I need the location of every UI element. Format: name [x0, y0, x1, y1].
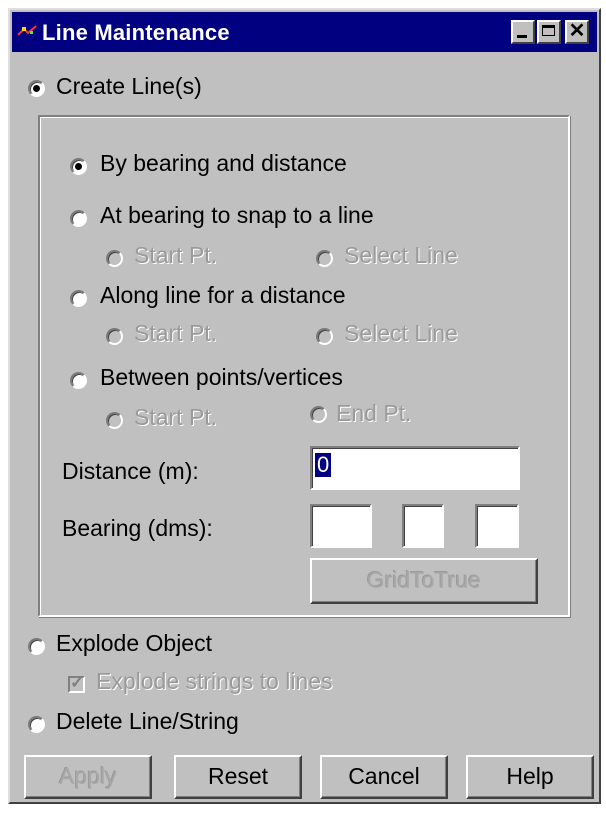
- grid-to-true-button[interactable]: GridToTrue: [310, 558, 538, 604]
- between-start-pt-radio[interactable]: [106, 412, 123, 429]
- along-select-line-radio[interactable]: [316, 328, 333, 345]
- distance-field[interactable]: 0: [310, 446, 520, 490]
- along-start-pt-radio[interactable]: [106, 328, 123, 345]
- explode-object-radio[interactable]: [28, 638, 45, 655]
- close-button[interactable]: ✕: [565, 20, 589, 44]
- create-lines-label: Create Line(s): [56, 73, 202, 99]
- along-start-pt-label: Start Pt.: [134, 320, 218, 346]
- reset-label: Reset: [207, 763, 269, 789]
- app-icon: [17, 25, 37, 36]
- bearing-minutes-input[interactable]: [404, 506, 442, 546]
- between-end-pt-radio[interactable]: [310, 406, 327, 423]
- along-line-label: Along line for a distance: [100, 282, 346, 308]
- explode-strings-label: Explode strings to lines: [96, 668, 333, 694]
- snap-to-line-radio[interactable]: [70, 210, 87, 227]
- distance-label: Distance (m):: [62, 458, 199, 484]
- delete-line-label: Delete Line/String: [56, 708, 239, 734]
- delete-line-radio[interactable]: [28, 716, 45, 733]
- cancel-label: Cancel: [348, 763, 420, 789]
- snap-to-line-label: At bearing to snap to a line: [100, 202, 374, 228]
- along-select-line-label: Select Line: [344, 320, 458, 346]
- line-maintenance-window: Line Maintenance ✕ Create Line(s) By bea…: [8, 8, 601, 804]
- help-label: Help: [506, 763, 554, 789]
- close-icon: ✕: [568, 20, 586, 42]
- bearing-seconds-input[interactable]: [477, 506, 517, 546]
- distance-value: 0: [315, 452, 332, 477]
- apply-button[interactable]: Apply: [24, 755, 152, 799]
- maximize-button[interactable]: [537, 20, 561, 44]
- between-end-pt-label: End Pt.: [336, 400, 412, 426]
- bearing-degrees-field[interactable]: [310, 504, 372, 548]
- between-points-label: Between points/vertices: [100, 364, 343, 390]
- apply-label: Apply: [59, 763, 117, 789]
- by-bearing-distance-radio[interactable]: [70, 158, 87, 175]
- bearing-minutes-field[interactable]: [402, 504, 444, 548]
- cancel-button[interactable]: Cancel: [320, 755, 448, 799]
- help-button[interactable]: Help: [466, 755, 594, 799]
- title-bar[interactable]: Line Maintenance ✕: [12, 12, 597, 52]
- by-bearing-distance-label: By bearing and distance: [100, 150, 347, 176]
- minimize-button[interactable]: [511, 20, 535, 44]
- explode-object-label: Explode Object: [56, 630, 212, 656]
- along-line-radio[interactable]: [70, 290, 87, 307]
- bearing-degrees-input[interactable]: [312, 506, 370, 546]
- explode-strings-checkbox[interactable]: [68, 673, 85, 693]
- snap-start-pt-label: Start Pt.: [134, 242, 218, 268]
- window-title: Line Maintenance: [42, 20, 230, 45]
- create-lines-radio[interactable]: [28, 80, 45, 97]
- between-points-radio[interactable]: [70, 372, 87, 389]
- bearing-seconds-field[interactable]: [475, 504, 519, 548]
- reset-button[interactable]: Reset: [174, 755, 302, 799]
- grid-to-true-label: GridToTrue: [366, 567, 482, 593]
- snap-start-pt-radio[interactable]: [106, 250, 123, 267]
- bearing-label: Bearing (dms):: [62, 515, 213, 541]
- snap-select-line-radio[interactable]: [316, 250, 333, 267]
- snap-select-line-label: Select Line: [344, 242, 458, 268]
- between-start-pt-label: Start Pt.: [134, 404, 218, 430]
